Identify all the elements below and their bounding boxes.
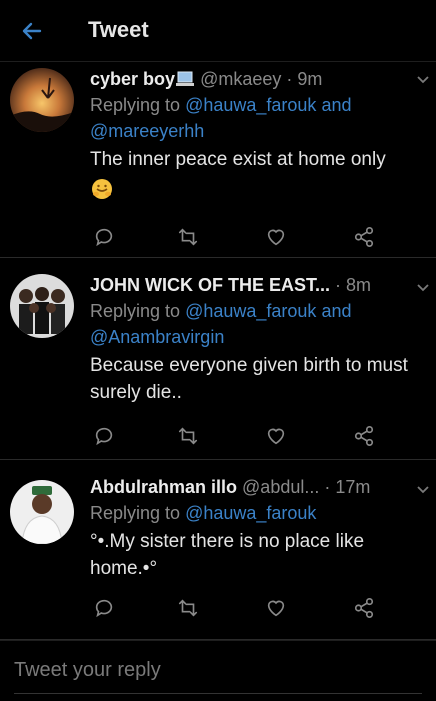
retweet-icon (178, 599, 198, 617)
like-button[interactable] (264, 596, 288, 620)
mention-joiner: and (321, 301, 352, 321)
share-icon (354, 426, 374, 446)
heart-icon (267, 428, 285, 445)
tweet-menu-button[interactable] (416, 482, 430, 496)
share-button[interactable] (352, 596, 376, 620)
avatar[interactable] (10, 68, 74, 132)
retweet-button[interactable] (176, 596, 200, 620)
heart-icon (267, 229, 285, 246)
back-button[interactable] (18, 17, 46, 45)
tweet-menu-button[interactable] (416, 72, 430, 86)
chevron-down-icon (417, 284, 429, 292)
hugging-face-icon (90, 177, 114, 201)
author-handle[interactable]: @mkaeey (200, 69, 281, 89)
reply-tweet[interactable]: cyber boy @mkaeey · 9m Replying to @hauw… (0, 62, 436, 258)
like-button[interactable] (264, 424, 288, 448)
author-name[interactable]: cyber boy (90, 69, 175, 89)
comment-icon (95, 599, 113, 618)
mention-joiner: and (321, 95, 352, 115)
chevron-down-icon (417, 76, 429, 84)
reply-tweet[interactable]: JOHN WICK OF THE EAST... · 8m Replying t… (0, 258, 436, 460)
separator: · (335, 275, 342, 295)
reply-input[interactable]: Tweet your reply (14, 659, 161, 682)
heart-icon (267, 600, 285, 617)
replying-to: Replying to @hauwa_farouk and @mareeyerh… (90, 95, 352, 141)
tweet-text: Because everyone given birth to must sur… (90, 355, 408, 403)
arrow-left-icon (22, 22, 42, 40)
input-underline (14, 693, 422, 694)
separator: · (286, 69, 293, 89)
reply-button[interactable] (92, 424, 116, 448)
page-title: Tweet (88, 17, 149, 42)
tweet-text: °•.My sister there is no place like home… (90, 531, 365, 579)
retweet-icon (178, 427, 198, 445)
reply-tweet[interactable]: Abdulrahman illo @abdul... · 17m Replyin… (0, 460, 436, 640)
separator: · (324, 477, 331, 497)
tweet-menu-button[interactable] (416, 280, 430, 294)
mention-link[interactable]: @hauwa_farouk (185, 301, 316, 321)
mention-link[interactable]: @Anambravirgin (90, 327, 224, 347)
share-button[interactable] (352, 424, 376, 448)
comment-icon (95, 228, 113, 247)
avatar[interactable] (10, 274, 74, 338)
reply-composer[interactable]: Tweet your reply (0, 640, 436, 701)
top-bar: Tweet (0, 0, 436, 62)
avatar[interactable] (10, 480, 74, 544)
mention-link[interactable]: @hauwa_farouk (185, 95, 316, 115)
mention-link[interactable]: @hauwa_farouk (185, 503, 316, 523)
replying-to: Replying to @hauwa_farouk (90, 503, 317, 523)
mention-link[interactable]: @mareeyerhh (90, 121, 204, 141)
retweet-icon (178, 228, 198, 246)
like-button[interactable] (264, 225, 288, 249)
chevron-down-icon (417, 486, 429, 494)
timestamp[interactable]: 9m (297, 69, 322, 89)
share-button[interactable] (352, 225, 376, 249)
timestamp[interactable]: 8m (346, 275, 371, 295)
share-icon (354, 227, 374, 247)
comment-icon (95, 427, 113, 446)
author-handle[interactable]: @abdul... (242, 477, 319, 497)
reply-button[interactable] (92, 596, 116, 620)
replying-to: Replying to @hauwa_farouk and @Anambravi… (90, 301, 352, 347)
author-name[interactable]: JOHN WICK OF THE EAST... (90, 275, 330, 295)
share-icon (354, 598, 374, 618)
tweet-text: The inner peace exist at home only (90, 149, 386, 170)
author-name[interactable]: Abdulrahman illo (90, 477, 237, 497)
retweet-button[interactable] (176, 424, 200, 448)
reply-button[interactable] (92, 225, 116, 249)
retweet-button[interactable] (176, 225, 200, 249)
laptop-icon (175, 68, 195, 86)
timestamp[interactable]: 17m (335, 477, 370, 497)
